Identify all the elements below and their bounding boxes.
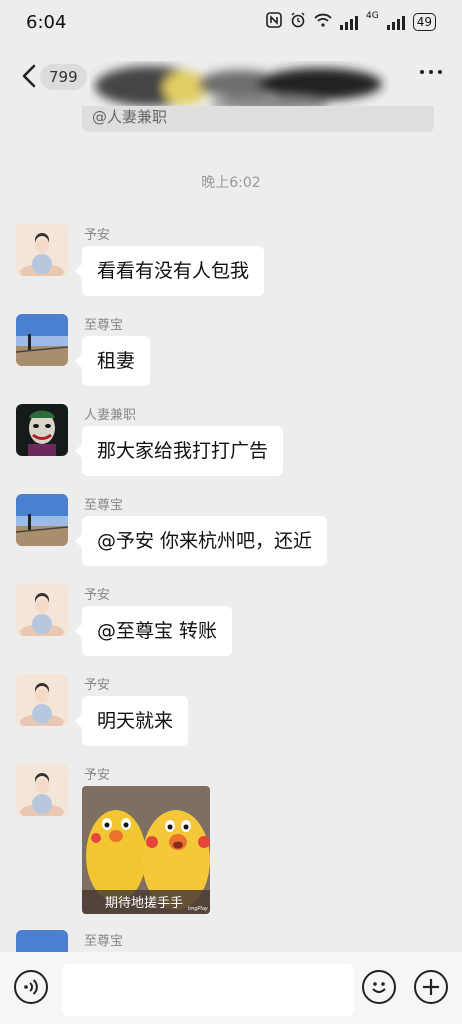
input-bar xyxy=(0,952,462,1024)
wifi-icon xyxy=(314,13,332,31)
sender-name: 至尊宝 xyxy=(84,498,124,513)
status-time: 6:04 xyxy=(26,12,67,33)
avatar-landscape[interactable] xyxy=(16,314,68,366)
voice-icon xyxy=(24,979,38,995)
plus-button[interactable] xyxy=(414,970,448,1004)
back-arrow-icon xyxy=(22,64,36,88)
unread-count-badge[interactable]: 799 xyxy=(40,64,87,90)
chat-header: 799 xyxy=(0,48,462,112)
alarm-icon xyxy=(290,12,306,32)
signal-icon xyxy=(340,14,359,30)
emoji-icon xyxy=(372,982,386,993)
sticker-caption: 期待地搓手手 xyxy=(105,895,183,911)
avatar-girl[interactable] xyxy=(16,224,68,276)
message-timestamp: 晚上6:02 xyxy=(201,175,261,191)
battery-indicator: 49 xyxy=(412,13,436,31)
status-bar: 6:04 4G 49 xyxy=(0,0,462,48)
voice-button[interactable] xyxy=(14,970,48,1004)
message-bubble[interactable]: @至尊宝 转账 xyxy=(74,606,233,656)
sender-name: 人妻兼职 xyxy=(84,408,137,423)
emoji-button[interactable] xyxy=(362,970,396,1004)
message-bubble[interactable]: 看看有没有人包我 xyxy=(74,246,265,296)
sender-name: 予安 xyxy=(84,228,111,243)
sender-name: 予安 xyxy=(84,588,111,603)
sender-name: 予安 xyxy=(84,768,111,783)
avatar-girl[interactable] xyxy=(16,674,68,726)
back-button[interactable] xyxy=(16,58,42,94)
sender-name: 至尊宝 xyxy=(84,318,124,333)
message-bubble[interactable]: 租妻 xyxy=(74,336,151,386)
message-input[interactable] xyxy=(62,964,354,1016)
pinned-message[interactable]: @人妻兼职 xyxy=(82,106,434,132)
sender-name: 至尊宝 xyxy=(84,934,124,949)
nfc-icon xyxy=(266,12,282,32)
message-bubble[interactable]: @予安 你来杭州吧，还近 xyxy=(74,516,328,566)
avatar-girl[interactable] xyxy=(16,584,68,636)
avatar-joker[interactable] xyxy=(16,404,68,456)
sender-name: 予安 xyxy=(84,678,111,693)
sticker-watermark: ImgPlay xyxy=(188,906,209,912)
more-button[interactable] xyxy=(420,70,442,74)
plus-icon xyxy=(423,979,439,995)
avatar-girl[interactable] xyxy=(16,764,68,816)
message-bubble[interactable]: 那大家给我打打广告 xyxy=(74,426,284,476)
status-icons: 4G 49 xyxy=(266,12,436,32)
message-bubble[interactable]: 明天就来 xyxy=(74,696,189,746)
avatar-landscape[interactable] xyxy=(16,494,68,546)
network-label: 4G xyxy=(366,11,379,21)
chick-sticker[interactable]: 期待地搓手手 ImgPlay xyxy=(82,786,210,914)
more-icon xyxy=(420,70,424,74)
signal-icon-2 xyxy=(386,14,405,30)
